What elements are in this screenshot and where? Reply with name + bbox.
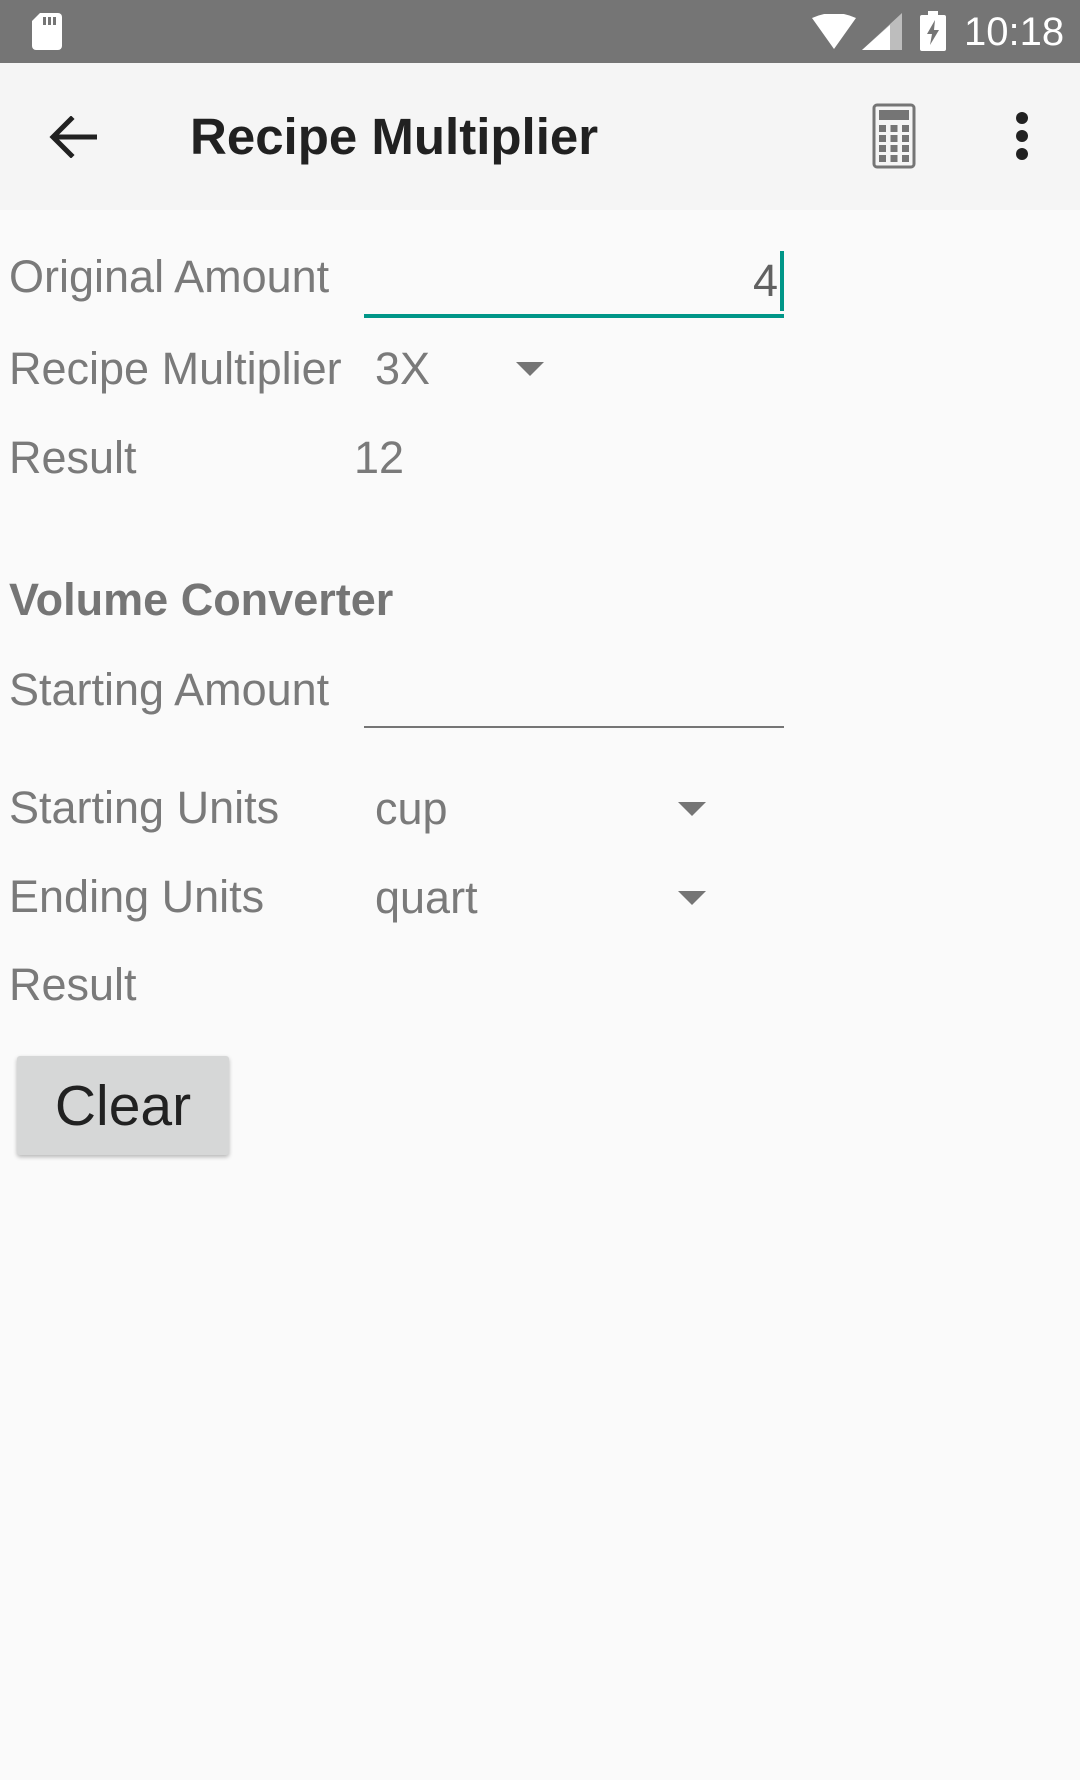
ending-units-label: Ending Units [9,871,265,922]
ending-units-dropdown[interactable]: quart [365,866,715,930]
app-bar: Recipe Multiplier [0,63,1080,210]
more-options-button[interactable] [1000,105,1044,167]
sd-card-icon [32,13,62,50]
original-amount-value: 4 [752,255,778,306]
section-title-volume-converter: Volume Converter [9,574,394,625]
input-underline [364,314,784,318]
starting-amount-label: Starting Amount [9,664,330,715]
input-underline [364,726,784,728]
dropdown-arrow-icon [678,802,706,816]
starting-units-dropdown[interactable]: cup [365,777,715,841]
starting-units-value: cup [375,783,448,834]
recipe-multiplier-value: 3X [375,343,431,394]
recipe-result-label: Result [9,432,137,483]
calculator-icon[interactable] [870,101,932,175]
text-cursor [780,251,784,311]
wifi-icon [812,14,856,49]
volume-result-label: Result [9,959,137,1010]
original-amount-input[interactable]: 4 [364,248,784,318]
cell-signal-icon [862,13,902,50]
more-vert-icon [1016,112,1028,160]
starting-amount-input[interactable] [364,658,784,728]
recipe-result-value: 12 [354,432,405,483]
battery-charging-icon [920,11,946,51]
dropdown-arrow-icon [678,891,706,905]
status-bar: 10:18 [0,0,1080,63]
original-amount-label: Original Amount [9,251,330,302]
arrow-back-icon [49,116,97,158]
ending-units-value: quart [375,872,478,923]
clear-button-label: Clear [54,1073,192,1138]
starting-units-label: Starting Units [9,782,280,833]
back-button[interactable] [36,110,110,164]
dropdown-arrow-icon [516,362,544,376]
page-title: Recipe Multiplier [190,108,599,165]
recipe-multiplier-label: Recipe Multiplier [9,343,342,394]
clear-button[interactable]: Clear [17,1056,229,1155]
recipe-multiplier-dropdown[interactable]: 3X [365,337,565,401]
status-time: 10:18 [964,10,1065,54]
